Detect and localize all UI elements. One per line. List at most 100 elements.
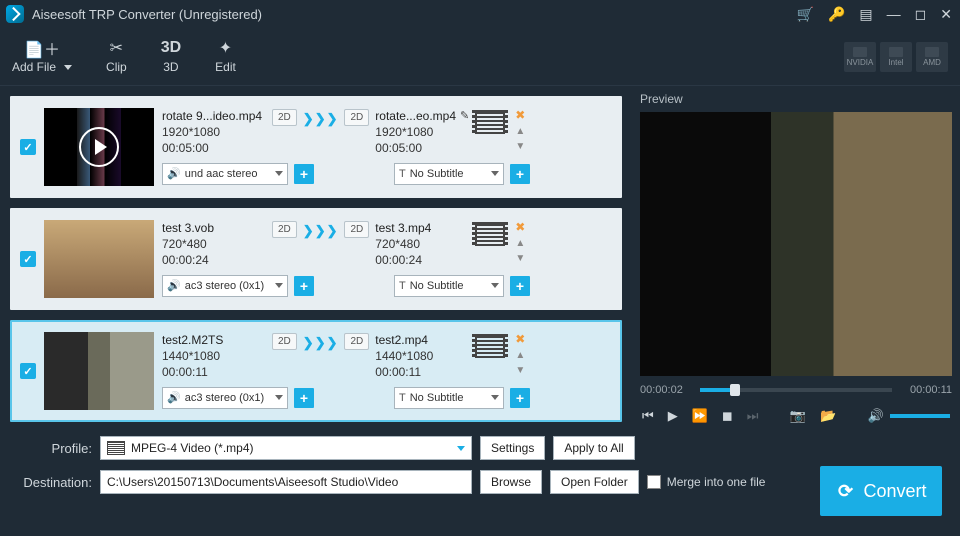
source-duration: 00:00:24 <box>162 252 266 268</box>
source-filename: rotate 9...ideo.mp4 <box>162 108 266 124</box>
audio-value: und aac stereo <box>185 168 258 180</box>
chevron-down-icon <box>491 395 499 400</box>
2d-badge[interactable]: 2D <box>272 333 297 350</box>
3d-button[interactable]: 3D 3D <box>161 39 181 74</box>
move-down-icon[interactable]: ▼ <box>515 253 525 264</box>
checkbox[interactable]: ✓ <box>20 363 36 379</box>
clip-button[interactable]: ✂ Clip <box>106 39 127 74</box>
thumbnail[interactable] <box>44 220 154 298</box>
add-audio-button[interactable]: + <box>294 276 314 296</box>
move-up-icon[interactable]: ▲ <box>515 350 525 361</box>
browse-button[interactable]: Browse <box>480 470 542 494</box>
snapshot-icon[interactable]: 📷 <box>790 408 806 424</box>
next-icon[interactable]: ⏭ <box>747 408 759 424</box>
convert-icon: ⟳ <box>835 481 855 501</box>
minimize-icon[interactable]: — <box>887 6 901 22</box>
subtitle-select[interactable]: TNo Subtitle <box>394 275 504 297</box>
remove-icon[interactable]: ✖ <box>515 220 525 234</box>
open-folder-button[interactable]: Open Folder <box>550 470 639 494</box>
settings-button[interactable]: Settings <box>480 436 545 460</box>
add-file-icon: 📄＋ <box>24 39 60 57</box>
close-icon[interactable]: ✕ <box>940 6 952 23</box>
add-subtitle-button[interactable]: + <box>510 388 530 408</box>
audio-select[interactable]: 🔊 ac3 stereo (0x1) <box>162 275 288 297</box>
add-file-label: Add File <box>12 60 56 74</box>
checkbox[interactable]: ✓ <box>20 251 36 267</box>
thumbnail[interactable] <box>44 332 154 410</box>
2d-badge[interactable]: 2D <box>344 221 369 238</box>
checkbox-icon <box>647 475 661 489</box>
apply-all-button[interactable]: Apply to All <box>553 436 634 460</box>
wand-icon: ✦ <box>219 39 232 57</box>
move-up-icon[interactable]: ▲ <box>515 126 525 137</box>
key-icon[interactable]: 🔑 <box>828 6 845 23</box>
seek-knob[interactable] <box>730 384 740 396</box>
destination-input[interactable]: C:\Users\20150713\Documents\Aiseesoft St… <box>100 470 472 494</box>
subtitle-select[interactable]: TNo Subtitle <box>394 387 504 409</box>
arrow-icon: ❯❯❯ <box>303 223 339 239</box>
total-time: 00:00:11 <box>898 384 952 396</box>
file-item[interactable]: ✓ test2.M2TS1440*108000:00:11 2D ❯❯❯ 2D … <box>10 320 622 422</box>
convert-label: Convert <box>863 481 926 502</box>
ffwd-icon[interactable]: ⏩ <box>692 408 708 424</box>
profile-select[interactable]: MPEG-4 Video (*.mp4) <box>100 436 472 460</box>
chevron-down-icon <box>275 283 283 288</box>
thumbnail[interactable] <box>44 108 154 186</box>
toolbar: 📄＋ Add File ✂ Clip 3D 3D ✦ Edit NVIDIA I… <box>0 28 960 86</box>
destination-value: C:\Users\20150713\Documents\Aiseesoft St… <box>107 475 398 489</box>
scissors-icon: ✂ <box>110 39 123 57</box>
current-time: 00:00:02 <box>640 384 694 396</box>
add-audio-button[interactable]: + <box>294 164 314 184</box>
source-filename: test2.M2TS <box>162 332 266 348</box>
remove-icon[interactable]: ✖ <box>515 332 525 346</box>
play-icon[interactable]: ▶ <box>668 408 678 424</box>
edit-button[interactable]: ✦ Edit <box>215 39 236 74</box>
add-file-button[interactable]: 📄＋ Add File <box>12 39 72 74</box>
gpu-nvidia[interactable]: NVIDIA <box>844 42 876 72</box>
add-subtitle-button[interactable]: + <box>510 276 530 296</box>
2d-badge[interactable]: 2D <box>344 109 369 126</box>
menu-icon[interactable]: ▤ <box>859 6 872 23</box>
2d-badge[interactable]: 2D <box>272 109 297 126</box>
stop-icon[interactable]: ◼ <box>722 408 733 424</box>
audio-value: ac3 stereo (0x1) <box>185 392 264 404</box>
remove-icon[interactable]: ✖ <box>515 108 525 122</box>
volume-slider[interactable] <box>890 414 950 418</box>
file-item[interactable]: ✓ rotate 9...ideo.mp4 1920*1080 00:05:00 2… <box>10 96 622 198</box>
film-icon <box>107 441 125 455</box>
window-title: Aiseesoft TRP Converter (Unregistered) <box>32 7 797 22</box>
audio-select[interactable]: 🔊ac3 stereo (0x1) <box>162 387 288 409</box>
gpu-intel[interactable]: Intel <box>880 42 912 72</box>
subtitle-select[interactable]: TNo Subtitle <box>394 163 504 185</box>
output-filename: test2.mp4 <box>375 332 469 348</box>
file-item[interactable]: ✓ test 3.vob720*48000:00:24 2D ❯❯❯ 2D te… <box>10 208 622 310</box>
move-up-icon[interactable]: ▲ <box>515 238 525 249</box>
output-filename: rotate...eo.mp4 <box>375 108 456 124</box>
cart-icon[interactable]: 🛒 <box>797 6 814 23</box>
folder-icon[interactable]: 📂 <box>820 408 836 424</box>
source-duration: 00:05:00 <box>162 140 266 156</box>
output-resolution: 1920*1080 <box>375 124 469 140</box>
film-icon <box>475 334 505 358</box>
maximize-icon[interactable]: ◻ <box>915 6 927 23</box>
convert-button[interactable]: ⟳ Convert <box>820 466 942 516</box>
gpu-amd[interactable]: AMD <box>916 42 948 72</box>
2d-badge[interactable]: 2D <box>272 221 297 238</box>
audio-value: ac3 stereo (0x1) <box>185 280 264 292</box>
merge-checkbox[interactable]: Merge into one file <box>647 475 766 489</box>
seek-bar[interactable] <box>700 388 892 392</box>
preview-video[interactable] <box>640 112 952 376</box>
speaker-icon: 🔊 <box>167 279 181 292</box>
move-down-icon[interactable]: ▼ <box>515 141 525 152</box>
2d-badge[interactable]: 2D <box>344 333 369 350</box>
checkbox[interactable]: ✓ <box>20 139 36 155</box>
volume-icon[interactable]: 🔊 <box>868 408 884 424</box>
move-down-icon[interactable]: ▼ <box>515 365 525 376</box>
profile-label: Profile: <box>14 441 92 456</box>
pencil-icon[interactable]: ✎ <box>460 109 469 124</box>
prev-icon[interactable]: ⏮ <box>642 408 654 424</box>
chevron-down-icon[interactable] <box>64 65 72 70</box>
add-audio-button[interactable]: + <box>294 388 314 408</box>
add-subtitle-button[interactable]: + <box>510 164 530 184</box>
audio-select[interactable]: 🔊und aac stereo <box>162 163 288 185</box>
